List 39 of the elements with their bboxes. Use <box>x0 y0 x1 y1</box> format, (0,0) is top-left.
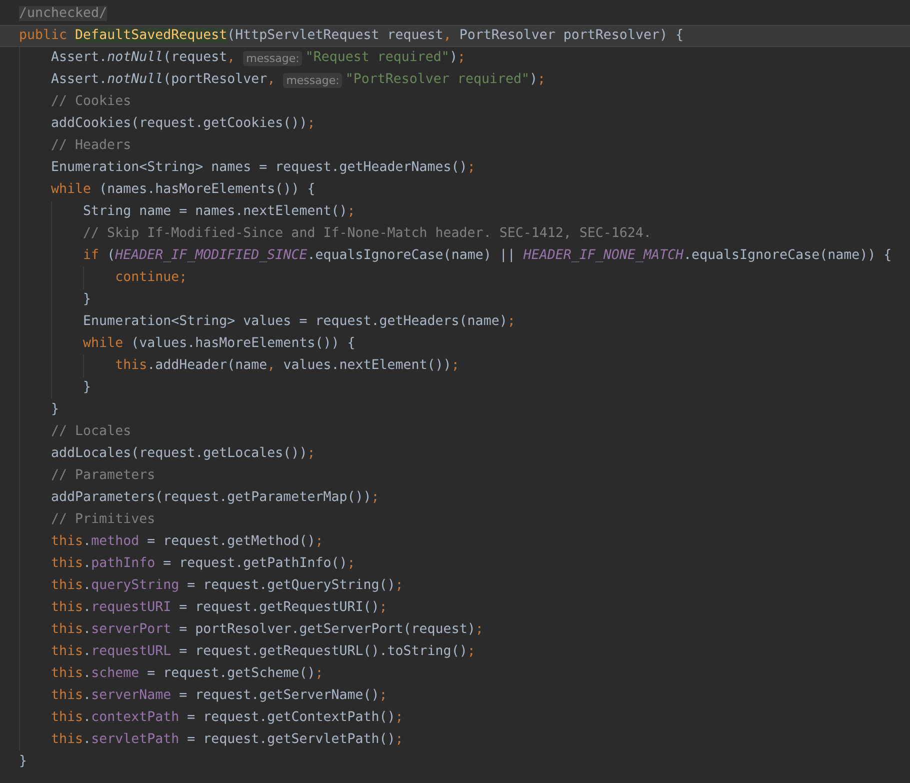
code-text: // Primitives <box>50 511 156 529</box>
code-text: String name = names.nextElement(); <box>82 203 356 221</box>
code-text: // Parameters <box>50 467 156 485</box>
code-text: continue; <box>114 269 188 287</box>
code-text: /unchecked/ <box>19 5 108 23</box>
code-text: this.method = request.getMethod(); <box>50 533 324 551</box>
code-text: this.queryString = request.getQueryString(); <box>50 577 404 595</box>
code-text: while (values.hasMoreElements()) { <box>82 335 356 353</box>
code-text: this.servletPath = request.getServletPath(); <box>50 731 404 749</box>
code-text: // Skip If-Modified-Since and If-None-Match header. SEC-1412, SEC-1624. <box>82 225 652 243</box>
code-text: addParameters(request.getParameterMap()); <box>50 489 380 507</box>
code-text: this.scheme = request.getScheme(); <box>50 665 324 683</box>
code-text: this.requestURI = request.getRequestURI(); <box>50 599 388 617</box>
code-text: } <box>50 401 60 419</box>
code-text: this.requestURL = request.getRequestURL().toString(); <box>50 643 476 661</box>
code-text: Assert.notNull(request, <box>50 49 236 67</box>
code-text: this.pathInfo = request.getPathInfo(); <box>50 555 356 573</box>
code-text: "PortResolver required"); <box>345 71 546 89</box>
code-text: this.serverName = request.getServerName(); <box>50 687 388 705</box>
code-text: "Request required"); <box>305 49 466 67</box>
code-text: addCookies(request.getCookies()); <box>50 115 316 133</box>
code-text: this.contextPath = request.getContextPath(); <box>50 709 404 727</box>
code-text: this.serverPort = portResolver.getServerPort(request); <box>50 621 484 639</box>
code-text: } <box>82 379 92 397</box>
code-text: // Headers <box>50 137 132 155</box>
code-text: addLocales(request.getLocales()); <box>50 445 316 463</box>
code-text: while (names.hasMoreElements()) { <box>50 181 316 199</box>
code-text: Enumeration<String> values = request.getHeaders(name); <box>82 313 516 331</box>
inlay-hint: message: <box>283 72 342 88</box>
code-text: Enumeration<String> names = request.getHeaderNames(); <box>50 159 476 177</box>
code-text: // Locales <box>50 423 132 441</box>
code-text: if (HEADER_IF_MODIFIED_SINCE.equalsIgnoreCase(name) || HEADER_IF_NONE_MATCH.equalsIgnoreCase(name)) { <box>82 247 892 265</box>
code-text: this.addHeader(name, values.nextElement()); <box>114 357 460 375</box>
code-text: } <box>19 753 28 771</box>
code-text: } <box>82 291 92 309</box>
code-text: // Cookies <box>50 93 132 111</box>
code-text: public DefaultSavedRequest(HttpServletRequest request, PortResolver portResolver) { <box>19 27 684 45</box>
inlay-hint: message: <box>243 50 302 66</box>
code-text: Assert.notNull(portResolver, <box>50 71 276 89</box>
